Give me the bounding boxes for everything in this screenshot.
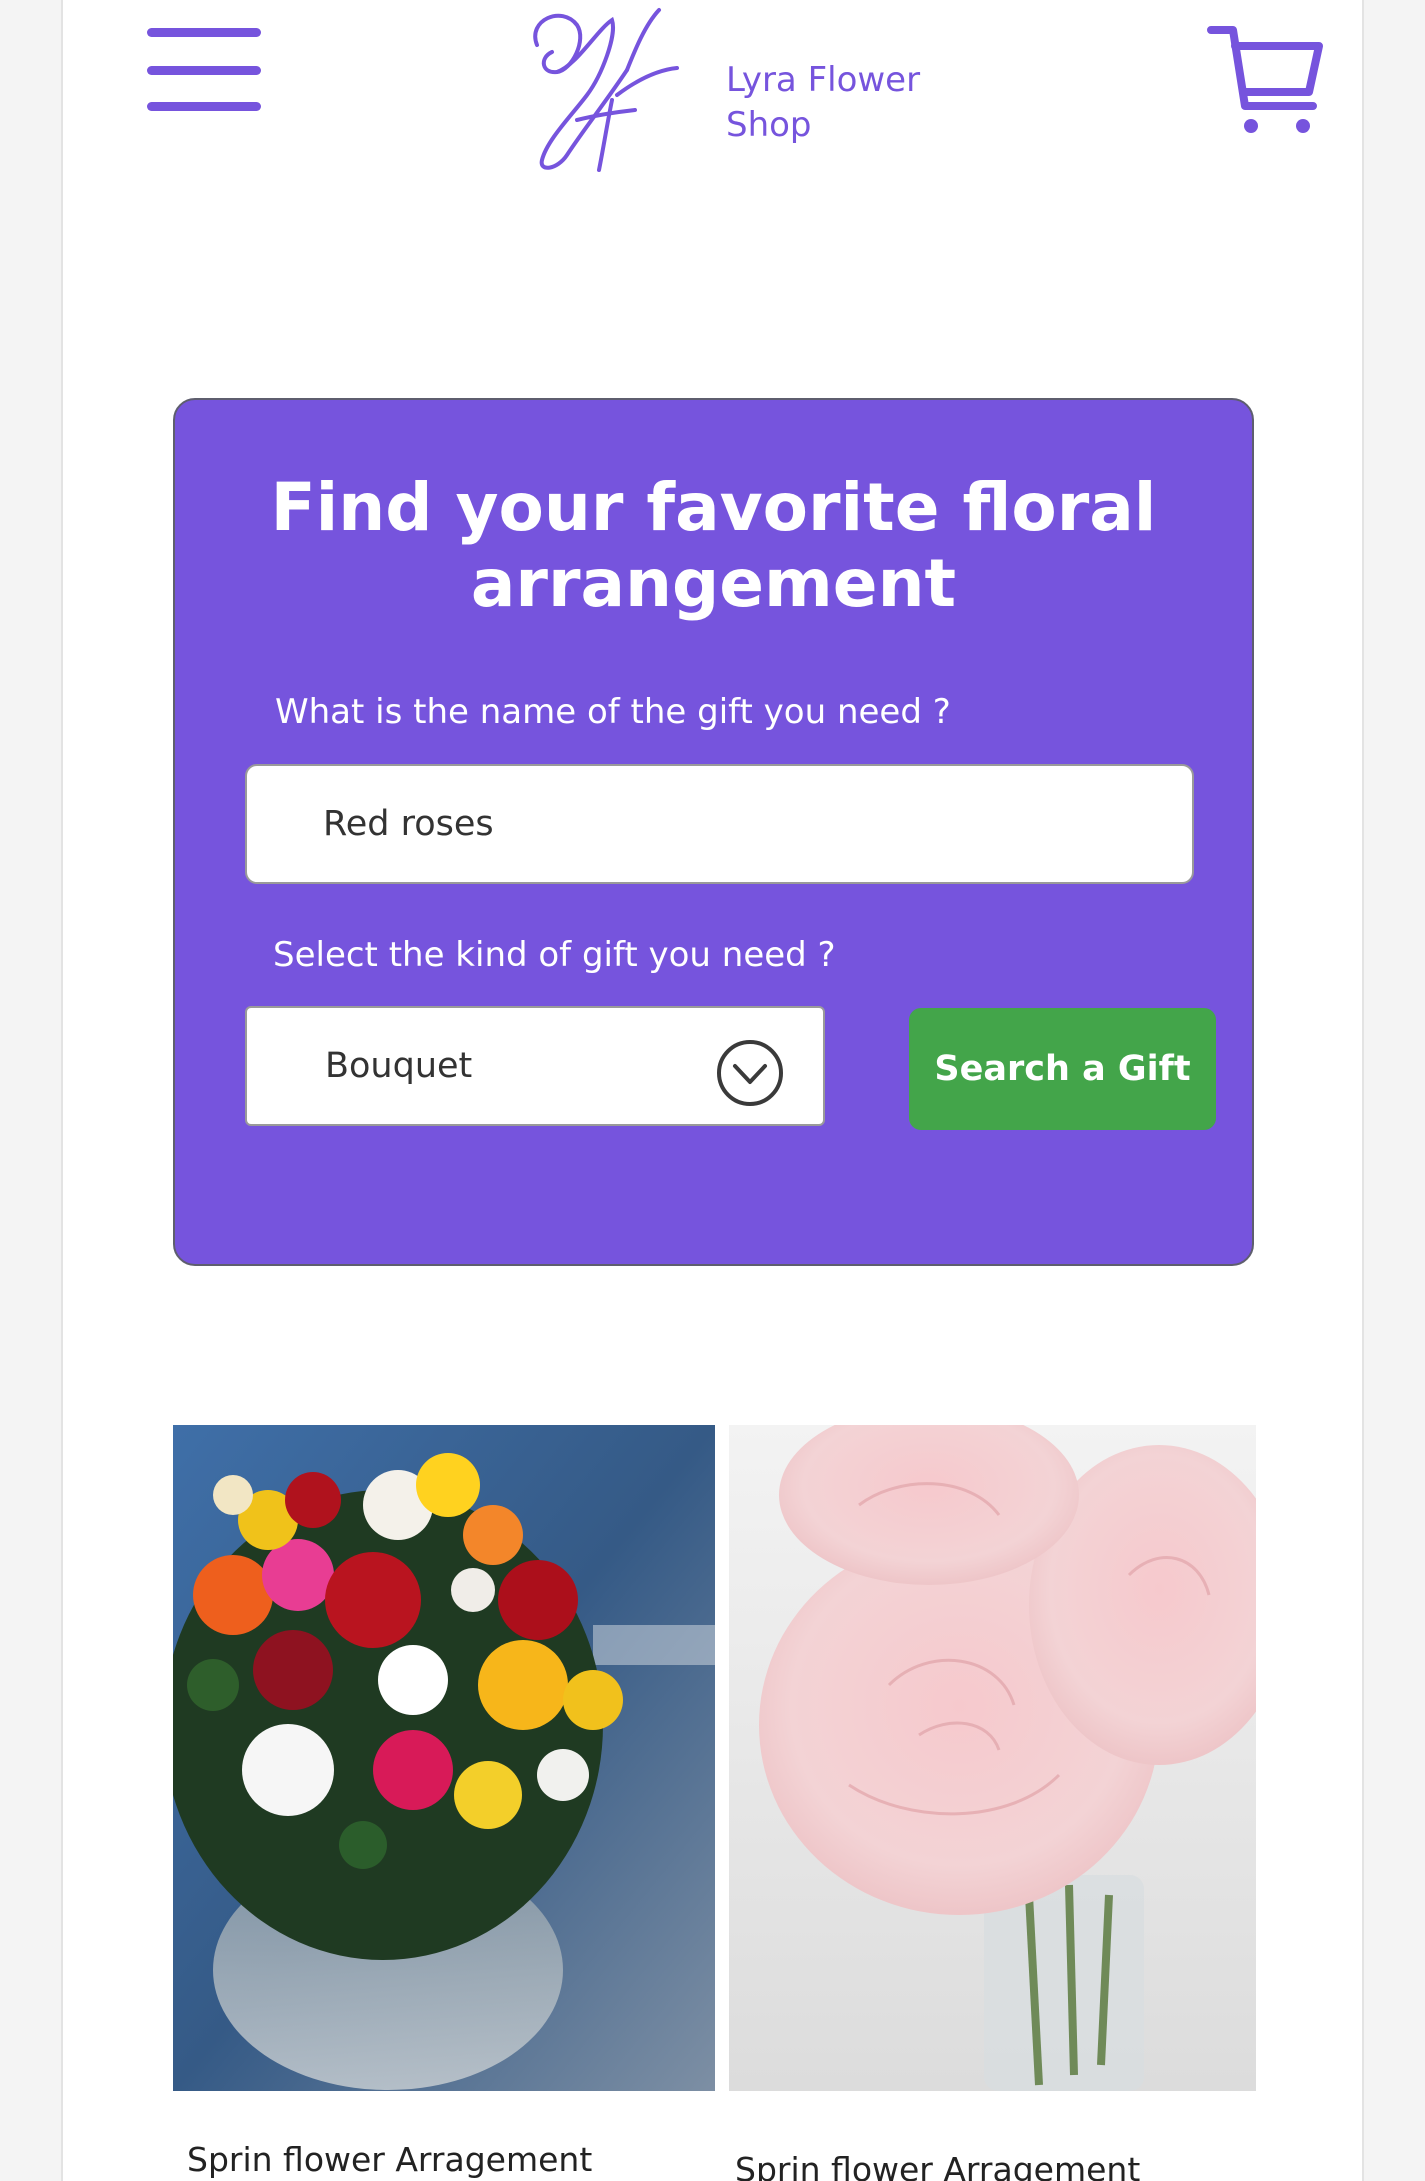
product-card[interactable]: Sprin flower Arragement: [173, 1425, 715, 2179]
brand-name-line1: Lyra Flower: [726, 60, 921, 100]
gift-search-card: Find your favorite floral arrangement Wh…: [173, 398, 1254, 1266]
brand-name-line2: Shop: [726, 105, 812, 145]
product-name: Sprin flower Arragement: [735, 2150, 1141, 2181]
phone-frame: Lyra Flower Shop Find your favorite flor…: [61, 0, 1364, 2181]
title-line-1: Find your favorite floral: [270, 469, 1157, 546]
product-card[interactable]: Sprin flower Arragement: [729, 1425, 1256, 2181]
gift-kind-selected-value: Bouquet: [325, 1046, 473, 1086]
hamburger-menu-icon[interactable]: [147, 28, 265, 114]
gift-kind-select[interactable]: Bouquet: [245, 1006, 825, 1126]
product-image-mixed-bouquet: [173, 1425, 715, 2091]
product-image-pink-roses: [729, 1425, 1256, 2091]
search-gift-button[interactable]: Search a Gift: [909, 1008, 1216, 1130]
product-name: Sprin flower Arragement: [187, 2140, 593, 2179]
shopping-cart-icon[interactable]: [1205, 22, 1325, 138]
brand-logo: [533, 8, 679, 172]
gift-name-input[interactable]: [245, 764, 1194, 884]
chevron-down-icon: [717, 1040, 783, 1106]
search-card-title: Find your favorite floral arrangement: [175, 470, 1252, 622]
title-line-2: arrangement: [470, 545, 957, 622]
gift-kind-label: Select the kind of gift you need ?: [273, 935, 836, 975]
gift-name-label: What is the name of the gift you need ?: [275, 692, 951, 732]
brand-name[interactable]: Lyra Flower Shop: [726, 58, 920, 148]
